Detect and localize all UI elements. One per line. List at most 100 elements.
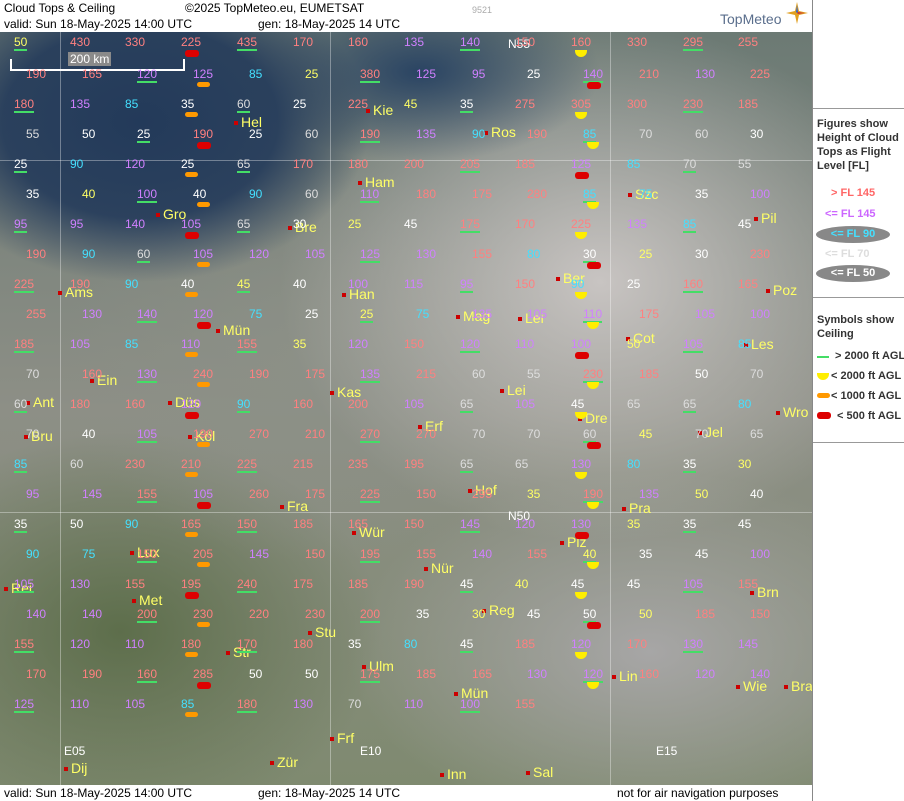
ceiling-red-icon <box>197 142 211 149</box>
cloud-top-value: 125 <box>571 157 592 171</box>
cloud-top-value: 230 <box>683 97 704 113</box>
cloud-top-value: 255 <box>738 35 759 49</box>
legend-panel: Figures show Height of Cloud Tops as Fli… <box>812 0 904 801</box>
cloud-top-value: 120 <box>695 667 716 681</box>
cloud-top-value: 105 <box>193 487 214 501</box>
ceiling-red-icon <box>587 622 601 629</box>
ceiling-red-icon <box>575 352 589 359</box>
cloud-top-value: 50 <box>249 667 263 681</box>
ceiling-yellow-icon <box>575 652 587 659</box>
cloud-top-value: 170 <box>627 637 648 651</box>
city-marker-icon <box>750 591 754 596</box>
cloud-top-value: 90 <box>125 517 139 531</box>
cloud-top-value: 180 <box>293 637 314 651</box>
cloud-top-value: 25 <box>348 217 362 231</box>
cloud-top-value: 145 <box>738 637 759 651</box>
cloud-top-value: 115 <box>404 277 424 291</box>
cloud-top-value: 70 <box>26 367 40 381</box>
cloud-top-value: 190 <box>404 577 425 591</box>
satellite-map[interactable]: 200 km N55 N50 E05 E10 E15 Hel Kie Ros Ham Gro Bre… <box>0 32 812 785</box>
cloud-top-value: 85 <box>583 187 597 203</box>
city-label: Met <box>132 592 162 608</box>
cloud-top-value: 120 <box>583 667 604 683</box>
cloud-top-value: 80 <box>404 637 418 651</box>
cloud-top-value: 185 <box>695 607 716 621</box>
city-label: Bra <box>784 678 812 694</box>
ceiling-orange-icon <box>185 652 198 657</box>
cloud-top-value: 230 <box>583 367 604 383</box>
city-label: Nür <box>424 560 454 576</box>
cloud-top-value: 35 <box>293 337 307 351</box>
cloud-top-value: 120 <box>137 67 158 83</box>
cloud-top-value: 105 <box>404 397 425 411</box>
cloud-top-value: 50 <box>695 367 709 381</box>
cloud-top-value: 125 <box>416 67 437 81</box>
cloud-top-value: 35 <box>348 637 362 651</box>
cloud-top-value: 225 <box>360 487 381 503</box>
cloud-top-value: 160 <box>293 397 314 411</box>
red-bar-icon <box>817 412 831 419</box>
cloud-top-value: 130 <box>571 517 592 531</box>
cloud-top-value: 190 <box>82 667 103 681</box>
cloud-top-value: 25 <box>181 157 195 171</box>
cloud-top-value: 155 <box>137 487 158 503</box>
cloud-top-value: 120 <box>460 337 481 353</box>
cloud-top-value: 210 <box>305 427 326 441</box>
city-label: Pil <box>754 210 777 226</box>
cloud-top-value: 185 <box>515 157 536 171</box>
ceiling-orange-icon <box>197 82 210 87</box>
cloud-top-value: 25 <box>639 247 653 261</box>
cloud-top-value: 40 <box>583 547 597 563</box>
cloud-top-value: 130 <box>70 577 91 591</box>
ceiling-orange-icon <box>197 442 210 447</box>
cloud-top-value: 295 <box>683 35 704 51</box>
city-marker-icon <box>168 401 172 406</box>
compass-star-icon <box>786 2 808 24</box>
cloud-top-value: 185 <box>348 577 369 591</box>
map-title: Cloud Tops & Ceiling <box>4 1 116 15</box>
cloud-top-value: 35 <box>460 97 474 113</box>
cloud-top-value: 155 <box>125 577 146 591</box>
cloud-top-value: 75 <box>82 547 96 561</box>
cloud-top-value: 35 <box>683 457 697 473</box>
city-name: Mün <box>223 322 251 338</box>
cloud-top-value: 55 <box>738 157 752 171</box>
city-marker-icon <box>64 767 68 772</box>
cloud-top-value: 165 <box>82 67 103 81</box>
cloud-top-value: 145 <box>460 517 481 533</box>
cloud-top-value: 270 <box>360 427 381 443</box>
ceiling-yellow-icon <box>587 322 599 329</box>
ceiling-orange-icon <box>185 352 198 357</box>
ceiling-yellow-icon <box>587 142 599 149</box>
cloud-top-value: 80 <box>738 397 752 411</box>
cloud-top-value: 25 <box>137 127 151 143</box>
cloud-top-value: 45 <box>404 97 418 111</box>
cloud-top-value: 50 <box>82 127 96 141</box>
city-label: Lei <box>500 382 526 398</box>
cloud-top-value: 180 <box>237 697 258 713</box>
orange-bar-icon <box>817 393 830 398</box>
cloud-top-value: 65 <box>237 157 251 173</box>
ceiling-red-icon <box>185 232 199 239</box>
city-name: Met <box>139 592 163 608</box>
cloud-top-value: 120 <box>348 337 369 351</box>
cloud-top-value: 160 <box>348 35 369 49</box>
cloud-top-value: 200 <box>404 157 425 171</box>
ceiling-orange-icon <box>197 382 210 387</box>
legend-ceiling-3: < 1000 ft AGL <box>831 390 902 402</box>
city-marker-icon <box>270 761 274 766</box>
cloud-top-value: 110 <box>404 697 424 711</box>
cloud-top-value: 155 <box>515 697 536 711</box>
cloud-top-value: 280 <box>527 187 548 201</box>
cloud-top-value: 125 <box>193 67 214 81</box>
cloud-top-value: 255 <box>26 307 47 321</box>
cloud-top-value: 160 <box>137 667 158 683</box>
city-label: Wro <box>776 404 808 420</box>
cloud-top-value: 65 <box>460 457 474 473</box>
cloud-top-value: 150 <box>404 337 425 351</box>
cloud-top-value: 60 <box>472 367 486 381</box>
cloud-top-value: 60 <box>237 97 251 113</box>
cloud-top-value: 295 <box>472 487 493 501</box>
cloud-top-value: 100 <box>750 307 771 321</box>
cloud-top-value: 35 <box>627 517 641 531</box>
